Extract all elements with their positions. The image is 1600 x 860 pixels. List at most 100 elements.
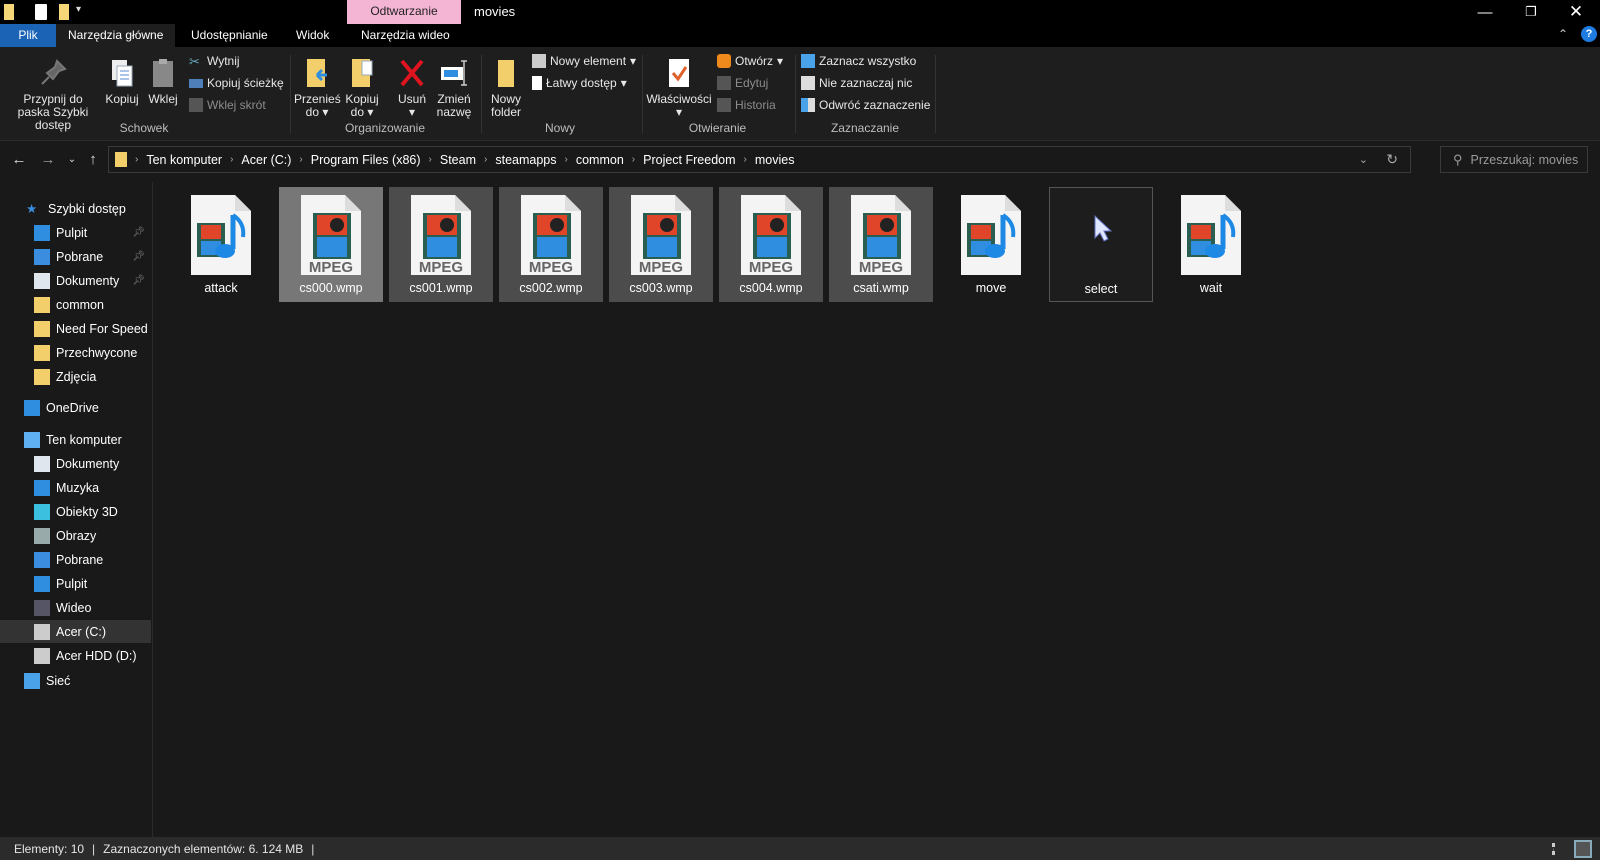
divider	[481, 55, 482, 133]
chevron-right-icon[interactable]: ›	[295, 154, 306, 165]
file-item[interactable]: MPEG cs004.wmp	[719, 187, 823, 302]
large-icons-view-button[interactable]	[1574, 839, 1592, 858]
new-folder-quick-icon[interactable]	[59, 4, 69, 20]
sidebar-item[interactable]: Wideo	[0, 596, 151, 619]
sidebar-item[interactable]: Dokumenty	[0, 452, 151, 475]
navigation-pane[interactable]: ★ Szybki dostęp Pulpit 📌︎ Pobrane 📌︎ Dokumenty…	[0, 182, 153, 837]
sidebar-item[interactable]: Sieć	[0, 669, 151, 692]
file-item[interactable]: MPEG cs001.wmp	[389, 187, 493, 302]
file-item[interactable]: MPEG cs002.wmp	[499, 187, 603, 302]
sidebar-item[interactable]: OneDrive	[0, 396, 151, 419]
details-view-button[interactable]	[1552, 842, 1566, 855]
search-input[interactable]: ⚲ Przeszukaj: movies	[1440, 146, 1588, 173]
file-item[interactable]: MPEG csati.wmp	[829, 187, 933, 302]
group-label-organizowanie: Organizowanie	[344, 121, 426, 135]
copy-to-button[interactable]: Kopiuj do ▾	[340, 57, 384, 119]
invert-selection-button[interactable]: Odwróć zaznaczenie	[801, 95, 930, 115]
properties-quick-icon[interactable]	[35, 4, 47, 20]
new-item-button[interactable]: Nowy element ▾	[532, 51, 636, 71]
sidebar-item[interactable]: Obrazy	[0, 524, 151, 547]
delete-button[interactable]: Usuń ▾	[394, 57, 430, 119]
new-folder-button[interactable]: Nowy folder	[486, 57, 526, 119]
history-button[interactable]: Historia	[717, 95, 776, 115]
sidebar-item-label: Obiekty 3D	[56, 504, 118, 519]
sidebar-item[interactable]: Zdjęcia	[0, 365, 151, 388]
rename-button[interactable]: Zmień nazwę	[434, 57, 474, 119]
tab-plik[interactable]: Plik	[0, 24, 56, 47]
chevron-right-icon[interactable]: ›	[226, 154, 237, 165]
breadcrumb-item[interactable]: steamapps	[491, 153, 560, 167]
chevron-right-icon[interactable]: ›	[425, 154, 436, 165]
easy-access-button[interactable]: Łatwy dostęp ▾	[532, 73, 627, 93]
tab-udostepnianie[interactable]: Udostępnianie	[179, 24, 280, 47]
sidebar-item[interactable]: Muzyka	[0, 476, 151, 499]
move-to-button[interactable]: Przenieś do ▾	[294, 57, 341, 119]
pin-icon[interactable]: 📌︎	[132, 275, 145, 286]
close-button[interactable]: ✕	[1553, 0, 1599, 24]
sidebar-item[interactable]: ★ Szybki dostęp	[0, 197, 151, 220]
tab-narzedzia-wideo[interactable]: Narzędzia wideo	[349, 24, 462, 47]
file-item[interactable]: select	[1049, 187, 1153, 302]
minimize-button[interactable]: —	[1462, 0, 1508, 24]
breadcrumb-item[interactable]: Steam	[436, 153, 480, 167]
pin-icon[interactable]: 📌︎	[132, 227, 145, 238]
up-button[interactable]: ↑	[83, 150, 103, 170]
sidebar-item[interactable]: Obiekty 3D	[0, 500, 151, 523]
chevron-right-icon[interactable]: ›	[561, 154, 572, 165]
copy-path-icon	[189, 78, 203, 88]
sidebar-item[interactable]: Ten komputer	[0, 428, 151, 451]
file-item[interactable]: MPEG cs003.wmp	[609, 187, 713, 302]
file-item[interactable]: attack	[169, 187, 273, 302]
breadcrumb-item[interactable]: Project Freedom	[639, 153, 739, 167]
customize-quick-access-icon[interactable]: ▾	[76, 4, 81, 15]
desktop-icon	[34, 575, 50, 592]
sidebar-item[interactable]: Dokumenty 📌︎	[0, 269, 151, 292]
restore-button[interactable]: ❐	[1508, 0, 1554, 24]
sidebar-item[interactable]: Pobrane 📌︎	[0, 245, 151, 268]
sidebar-item[interactable]: Acer HDD (D:)	[0, 644, 151, 667]
sidebar-item[interactable]: Pulpit 📌︎	[0, 221, 151, 244]
help-icon[interactable]: ?	[1581, 26, 1597, 42]
breadcrumb-item[interactable]: Ten komputer	[142, 153, 226, 167]
open-button[interactable]: Otwórz ▾	[717, 51, 783, 71]
cut-button[interactable]: ✂ Wytnij	[189, 51, 240, 71]
chevron-right-icon[interactable]: ›	[628, 154, 639, 165]
file-item[interactable]: MPEG cs000.wmp	[279, 187, 383, 302]
address-dropdown-icon[interactable]: ⌄	[1359, 153, 1368, 166]
select-none-button[interactable]: Nie zaznaczaj nic	[801, 73, 912, 93]
address-bar[interactable]: › Ten komputer › Acer (C:) › Program Files (…	[108, 146, 1411, 173]
edit-button[interactable]: Edytuj	[717, 73, 768, 93]
breadcrumb-item[interactable]: common	[572, 153, 628, 167]
recent-locations-button[interactable]: ⌄	[62, 150, 82, 170]
file-view[interactable]: attack MPEG cs000.wmp MPEG cs001.wmp MPEG cs00…	[154, 182, 1600, 837]
pin-icon[interactable]: 📌︎	[132, 251, 145, 262]
paste-button[interactable]: Wklej	[146, 57, 180, 106]
chevron-right-icon[interactable]: ›	[480, 154, 491, 165]
collapse-ribbon-icon[interactable]: ⌃	[1558, 27, 1568, 41]
back-button[interactable]: ←	[9, 150, 29, 170]
sidebar-item[interactable]: Pulpit	[0, 572, 151, 595]
breadcrumb-item[interactable]: Acer (C:)	[237, 153, 295, 167]
copy-button[interactable]: Kopiuj	[104, 57, 140, 106]
refresh-icon[interactable]: ↻	[1386, 151, 1398, 168]
sidebar-item[interactable]: Acer (C:)	[0, 620, 151, 643]
sidebar-item[interactable]: common	[0, 293, 151, 316]
breadcrumb-item[interactable]: movies	[751, 153, 799, 167]
properties-button[interactable]: Właściwości ▾	[646, 57, 712, 119]
sidebar-item[interactable]: Przechwycone	[0, 341, 151, 364]
paste-shortcut-button[interactable]: Wklej skrót	[189, 95, 266, 115]
tab-narzedzia-glowne[interactable]: Narzędzia główne	[56, 24, 176, 47]
breadcrumb-item[interactable]: Program Files (x86)	[307, 153, 425, 167]
context-tab-odtwarzanie[interactable]: Odtwarzanie	[347, 0, 461, 24]
forward-button[interactable]: →	[38, 150, 58, 170]
sidebar-item[interactable]: Need For Speed - Most Wanted	[0, 317, 151, 340]
copy-path-button[interactable]: Kopiuj ścieżkę	[189, 73, 284, 93]
sidebar-item[interactable]: Pobrane	[0, 548, 151, 571]
tab-widok[interactable]: Widok	[284, 24, 341, 47]
file-item[interactable]: move	[939, 187, 1043, 302]
file-name: cs002.wmp	[519, 281, 583, 295]
chevron-right-icon[interactable]: ›	[740, 154, 751, 165]
pin-quick-access-button[interactable]: Przypnij do paska Szybki dostęp	[6, 57, 100, 132]
select-all-button[interactable]: Zaznacz wszystko	[801, 51, 916, 71]
file-item[interactable]: wait	[1159, 187, 1263, 302]
